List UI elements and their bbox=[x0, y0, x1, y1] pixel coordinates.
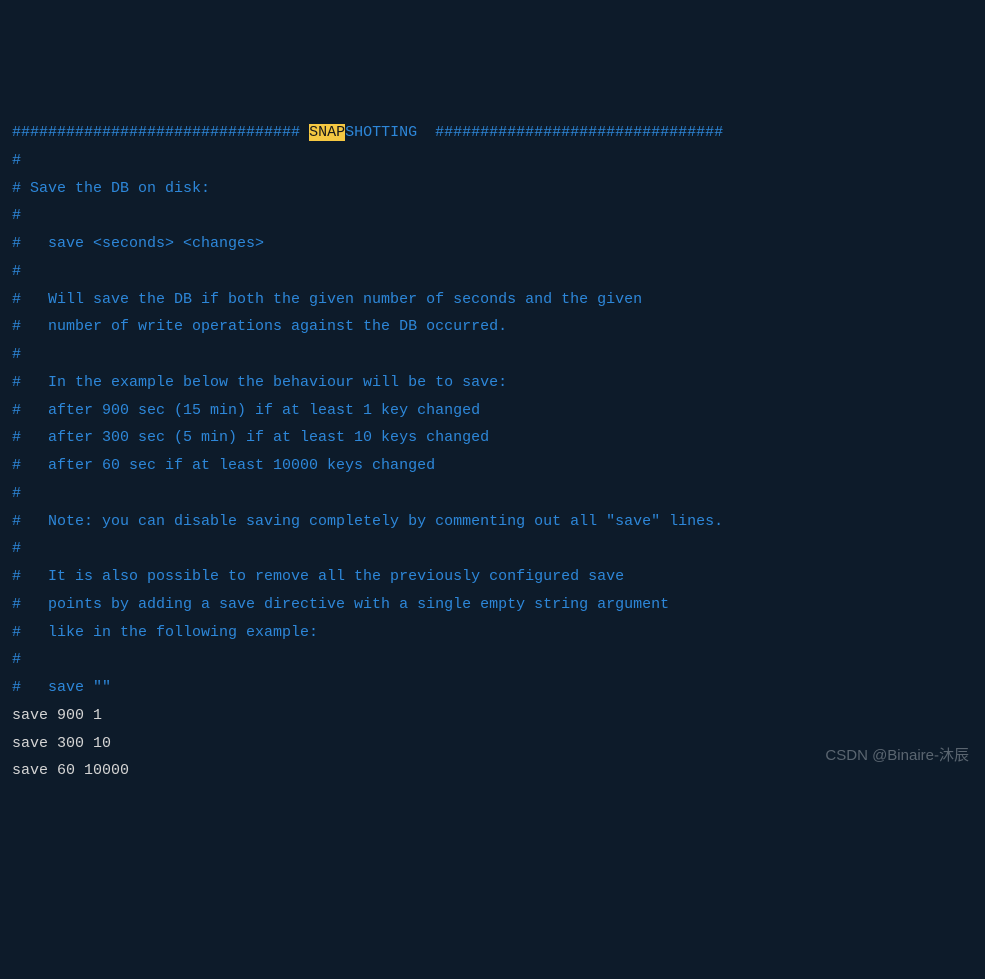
comment-line: # bbox=[12, 480, 973, 508]
comment-line: # bbox=[12, 341, 973, 369]
comment-line: # bbox=[12, 147, 973, 175]
comment-line: # bbox=[12, 258, 973, 286]
header-line: ################################ SNAPSHO… bbox=[12, 119, 973, 147]
comment-line: # after 900 sec (15 min) if at least 1 k… bbox=[12, 397, 973, 425]
comment-line: # It is also possible to remove all the … bbox=[12, 563, 973, 591]
comment-line: # Save the DB on disk: bbox=[12, 175, 973, 203]
comment-line: # Note: you can disable saving completel… bbox=[12, 508, 973, 536]
search-highlight: SNAP bbox=[309, 124, 345, 141]
comment-line: # number of write operations against the… bbox=[12, 313, 973, 341]
comment-line: # save "" bbox=[12, 674, 973, 702]
watermark-text: CSDN @Binaire-沐辰 bbox=[825, 742, 969, 770]
comment-line: # bbox=[12, 646, 973, 674]
comment-line: # save <seconds> <changes> bbox=[12, 230, 973, 258]
comment-line: # bbox=[12, 535, 973, 563]
comment-line: # like in the following example: bbox=[12, 619, 973, 647]
comment-line: # after 60 sec if at least 10000 keys ch… bbox=[12, 452, 973, 480]
comment-line: # Will save the DB if both the given num… bbox=[12, 286, 973, 314]
comment-line: # after 300 sec (5 min) if at least 10 k… bbox=[12, 424, 973, 452]
comment-line: # points by adding a save directive with… bbox=[12, 591, 973, 619]
config-line: save 900 1 bbox=[12, 702, 973, 730]
comment-line: # In the example below the behaviour wil… bbox=[12, 369, 973, 397]
comment-line: # bbox=[12, 202, 973, 230]
